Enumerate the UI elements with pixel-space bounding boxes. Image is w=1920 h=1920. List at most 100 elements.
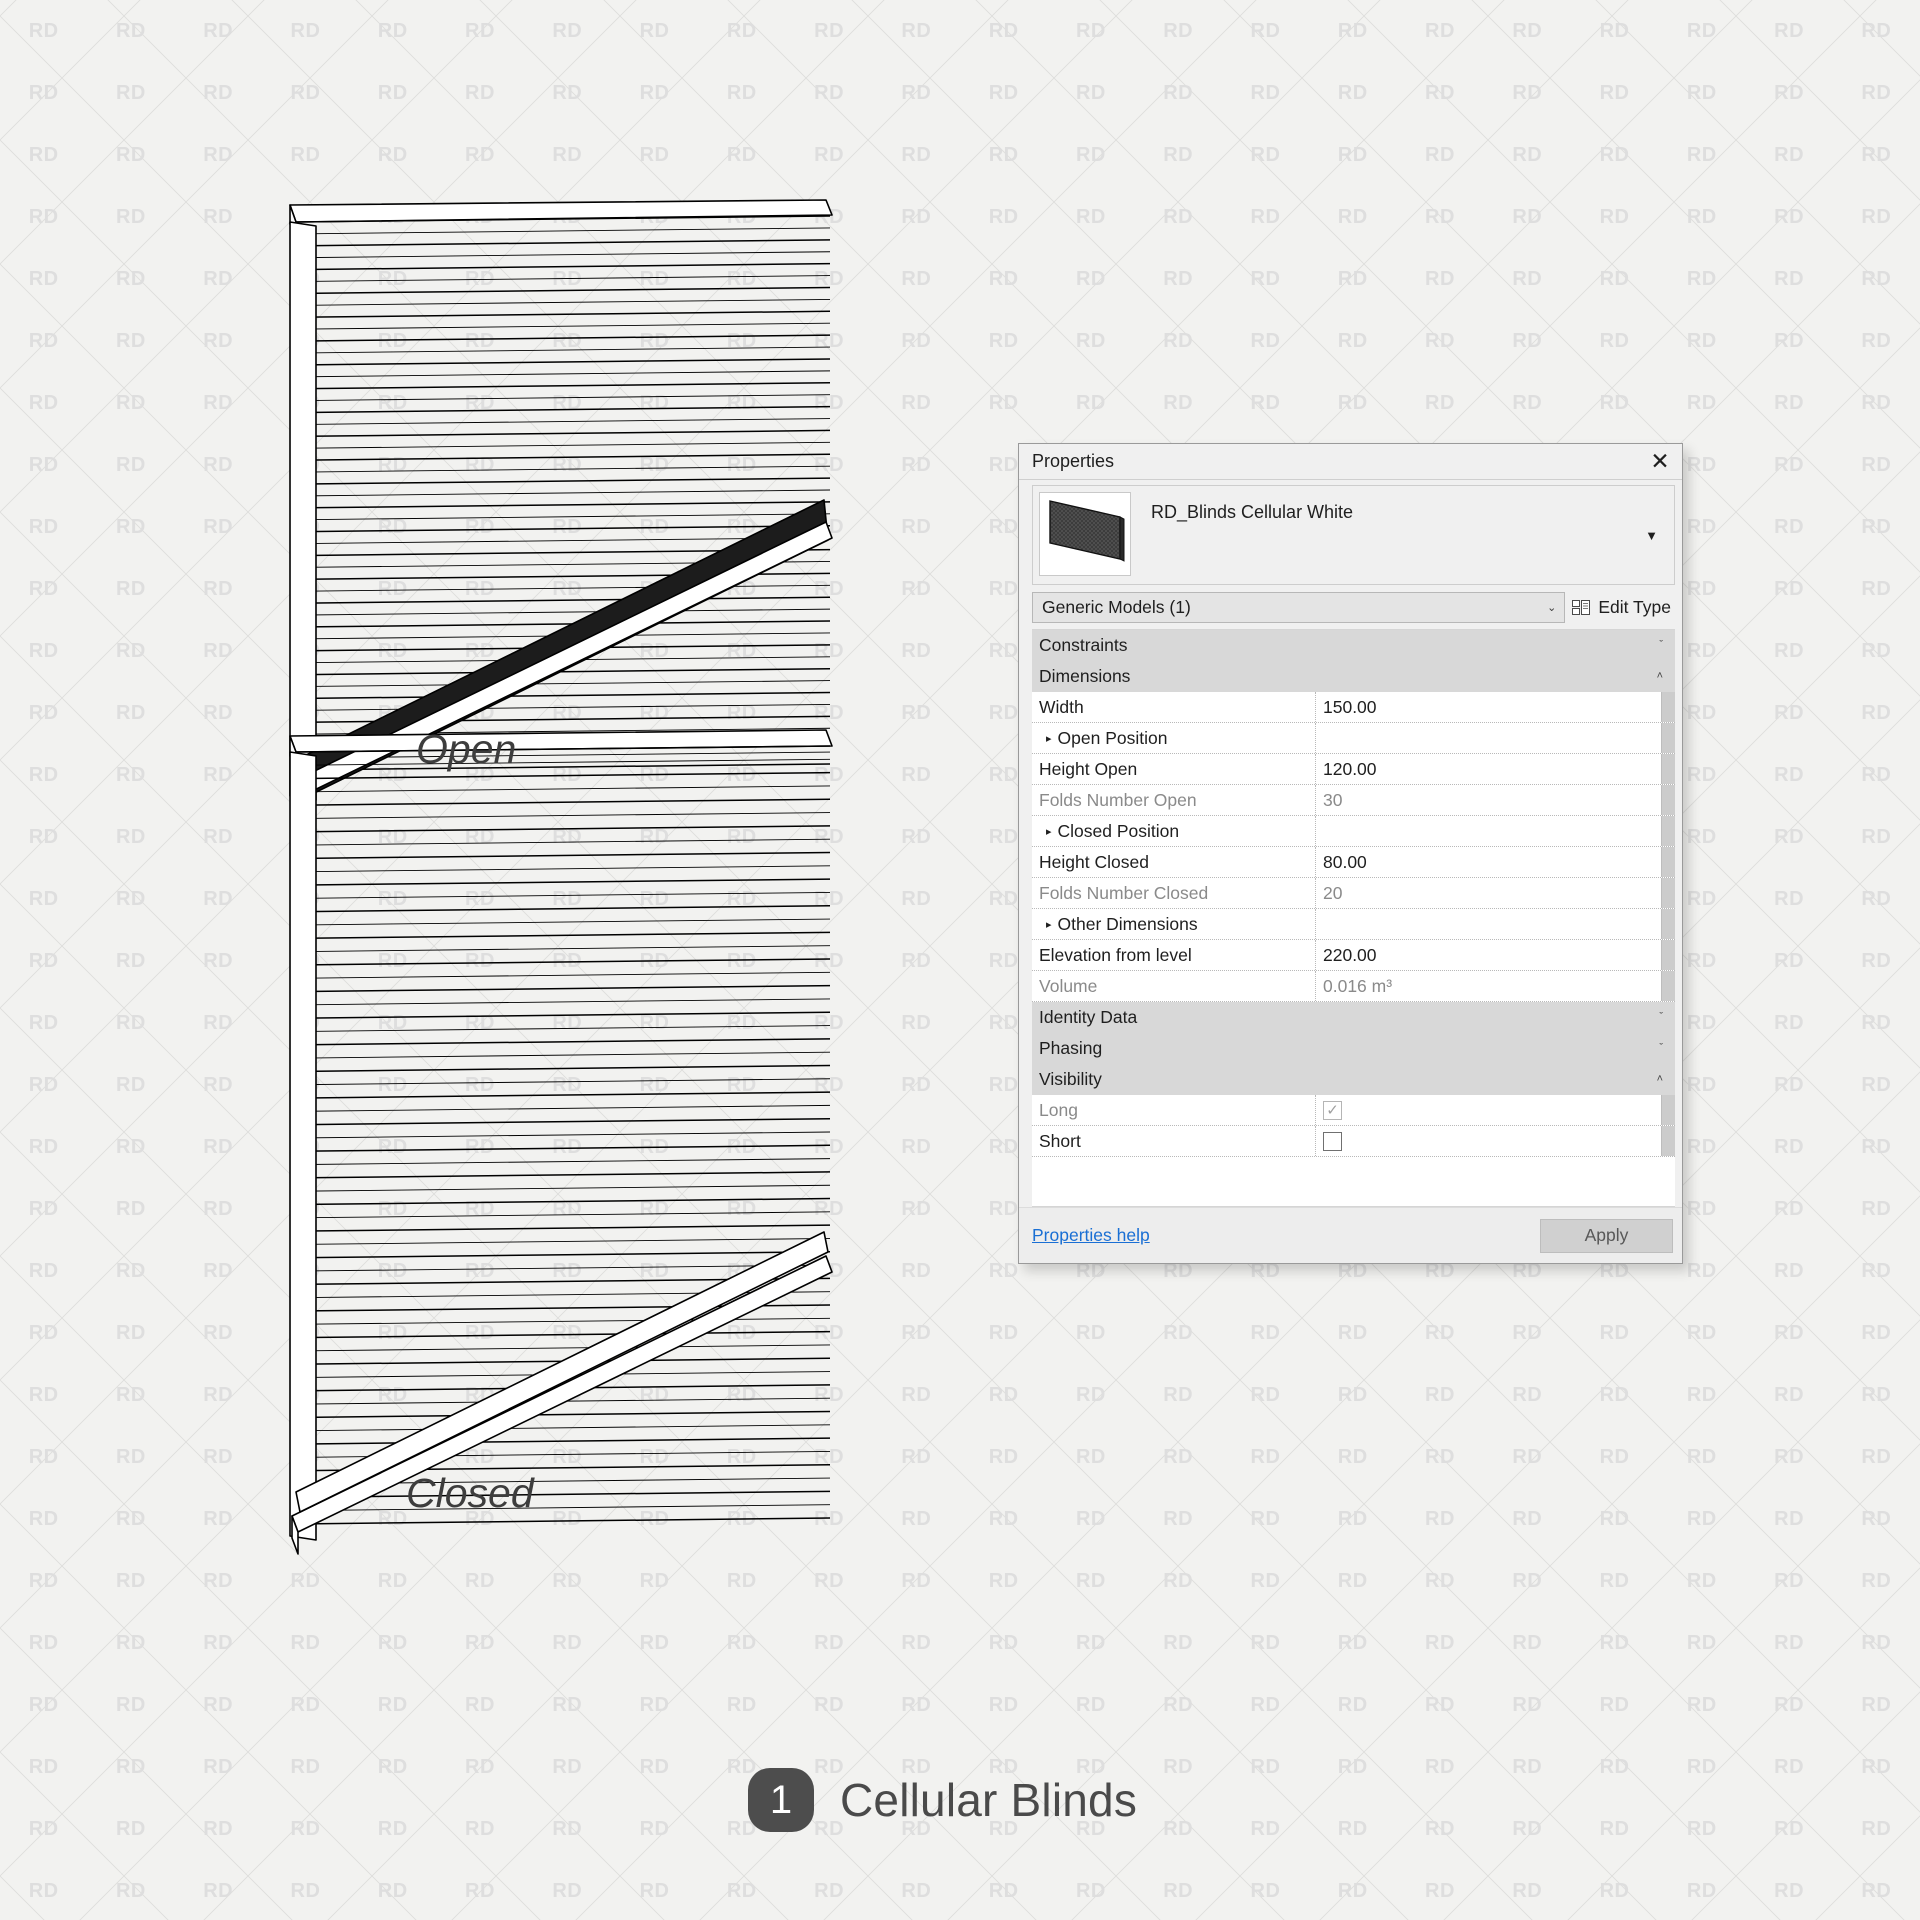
property-value-cell[interactable]: 0.016 m³ <box>1316 971 1661 1001</box>
pleat-line <box>295 465 831 473</box>
pleat-line <box>295 971 831 979</box>
table-row[interactable]: Height Closed 80.00 <box>1032 847 1675 878</box>
apply-button[interactable]: Apply <box>1540 1218 1673 1253</box>
watermark-label: RD <box>1163 1879 1194 1902</box>
table-row[interactable]: Short <box>1032 1126 1675 1157</box>
watermark-label: RD <box>1686 949 1717 972</box>
watermark-label: RD <box>1425 1631 1455 1654</box>
property-name-label: Height Open <box>1039 758 1138 779</box>
property-group-dimensions[interactable]: Dimensions ˄ <box>1032 661 1675 692</box>
watermark-label: RD <box>1250 1507 1281 1530</box>
scrollbar-track-segment[interactable] <box>1661 723 1675 753</box>
checkbox-short[interactable] <box>1323 1131 1342 1151</box>
watermark-label: RD <box>988 1011 1019 1034</box>
watermark-label: RD <box>1512 391 1543 414</box>
scrollbar-track-segment[interactable] <box>1661 754 1675 784</box>
type-name-label: RD_Blinds Cellular White <box>1151 502 1354 522</box>
table-row[interactable]: Long ✓ <box>1032 1095 1675 1126</box>
scrollbar-track-segment[interactable] <box>1661 785 1675 815</box>
watermark-label: RD <box>1774 1817 1805 1840</box>
type-preview-card[interactable]: RD_Blinds Cellular White ▼ <box>1032 485 1675 585</box>
scrollbar-track-segment[interactable] <box>1661 847 1675 877</box>
watermark-label: RD <box>1686 825 1717 848</box>
pleat-line <box>295 1184 831 1192</box>
watermark-label: RD <box>1861 949 1892 972</box>
watermark-label: RD <box>1512 1755 1543 1778</box>
table-row[interactable]: Elevation from level 220.00 <box>1032 940 1675 971</box>
group-collapse-icon[interactable]: ˄ <box>1657 1074 1663 1085</box>
category-combobox[interactable]: Generic Models (1) ⌄ <box>1032 592 1566 623</box>
edit-type-button[interactable]: Edit Type <box>1572 597 1675 618</box>
checkbox-long[interactable]: ✓ <box>1323 1100 1342 1120</box>
watermark-label: RD <box>1774 639 1805 662</box>
watermark-label: RD <box>1599 1445 1630 1468</box>
scrollbar-track-segment[interactable] <box>1661 816 1675 846</box>
watermark-label: RD <box>901 825 932 848</box>
expand-arrow-icon[interactable]: ▸ <box>1046 825 1052 838</box>
table-row[interactable]: Folds Number Open 30 <box>1032 785 1675 816</box>
property-group-constraints[interactable]: Constraints ˇ <box>1032 630 1675 661</box>
property-name-label: Long <box>1039 1099 1078 1120</box>
pleat-line <box>295 262 831 271</box>
property-value-cell[interactable]: 220.00 <box>1316 940 1661 970</box>
scrollbar-track-segment[interactable] <box>1661 692 1675 722</box>
scrollbar-track-segment[interactable] <box>1661 909 1675 939</box>
scrollbar-track-segment[interactable] <box>1661 878 1675 908</box>
property-value-cell[interactable]: 150.00 <box>1316 692 1661 722</box>
property-group-phasing[interactable]: Phasing ˇ <box>1032 1033 1675 1064</box>
property-value-cell[interactable]: ✓ <box>1316 1095 1661 1125</box>
close-icon[interactable]: ✕ <box>1646 449 1674 475</box>
property-value-cell[interactable] <box>1316 816 1661 846</box>
table-row[interactable]: Folds Number Closed 20 <box>1032 878 1675 909</box>
watermark-label: RD <box>1774 1507 1805 1530</box>
scrollbar-track-segment[interactable] <box>1661 1126 1675 1156</box>
pleat-line <box>295 346 831 354</box>
table-row[interactable]: Height Open 120.00 <box>1032 754 1675 785</box>
pleat-line <box>295 998 831 1006</box>
group-collapse-icon[interactable]: ˇ <box>1659 1043 1663 1054</box>
watermark-label: RD <box>901 949 932 972</box>
group-collapse-icon[interactable]: ˄ <box>1657 671 1663 682</box>
scrollbar-track-segment[interactable] <box>1661 971 1675 1001</box>
table-row[interactable]: ▸ Open Position <box>1032 723 1675 754</box>
property-value-cell[interactable]: 30 <box>1316 785 1661 815</box>
property-value-cell[interactable] <box>1316 909 1661 939</box>
scrollbar-track-segment[interactable] <box>1661 1095 1675 1125</box>
watermark-label: RD <box>901 1135 932 1158</box>
watermark-label: RD <box>1075 81 1106 104</box>
expand-arrow-icon[interactable]: ▸ <box>1046 918 1052 931</box>
watermark-label: RD <box>1686 19 1717 42</box>
title-number-badge: 1 <box>748 1768 814 1832</box>
properties-help-link[interactable]: Properties help <box>1032 1225 1540 1246</box>
watermark-label: RD <box>988 577 1019 600</box>
group-collapse-icon[interactable]: ˇ <box>1659 640 1663 651</box>
chevron-down-icon[interactable]: ▼ <box>1639 522 1664 549</box>
expand-arrow-icon[interactable]: ▸ <box>1046 732 1052 745</box>
watermark-label: RD <box>726 1693 757 1716</box>
property-value-cell[interactable]: 120.00 <box>1316 754 1661 784</box>
watermark-label: RD <box>1599 1631 1630 1654</box>
watermark-label: RD <box>1686 267 1717 290</box>
watermark-label: RD <box>1599 267 1630 290</box>
table-row[interactable]: ▸ Closed Position <box>1032 816 1675 847</box>
watermark-label: RD <box>726 1879 757 1902</box>
watermark-label: RD <box>901 1445 932 1468</box>
table-row[interactable]: Width 150.00 <box>1032 692 1675 723</box>
watermark-label: RD <box>1599 19 1630 42</box>
watermark-label: RD <box>1599 81 1630 104</box>
table-row[interactable]: Volume 0.016 m³ <box>1032 971 1675 1002</box>
property-group-visibility[interactable]: Visibility ˄ <box>1032 1064 1675 1095</box>
property-value-cell[interactable]: 80.00 <box>1316 847 1661 877</box>
property-value-cell[interactable] <box>1316 723 1661 753</box>
watermark-label: RD <box>901 391 932 414</box>
watermark-label: RD <box>639 1755 670 1778</box>
scrollbar-track-segment[interactable] <box>1661 940 1675 970</box>
table-row[interactable]: ▸ Other Dimensions <box>1032 909 1675 940</box>
group-collapse-icon[interactable]: ˇ <box>1659 1012 1663 1023</box>
property-value-cell[interactable] <box>1316 1126 1661 1156</box>
property-value-cell[interactable]: 20 <box>1316 878 1661 908</box>
watermark-label: RD <box>1425 267 1455 290</box>
blinds-isometric-drawings <box>289 199 833 1555</box>
pleat-line <box>295 608 831 616</box>
property-group-identity-data[interactable]: Identity Data ˇ <box>1032 1002 1675 1033</box>
